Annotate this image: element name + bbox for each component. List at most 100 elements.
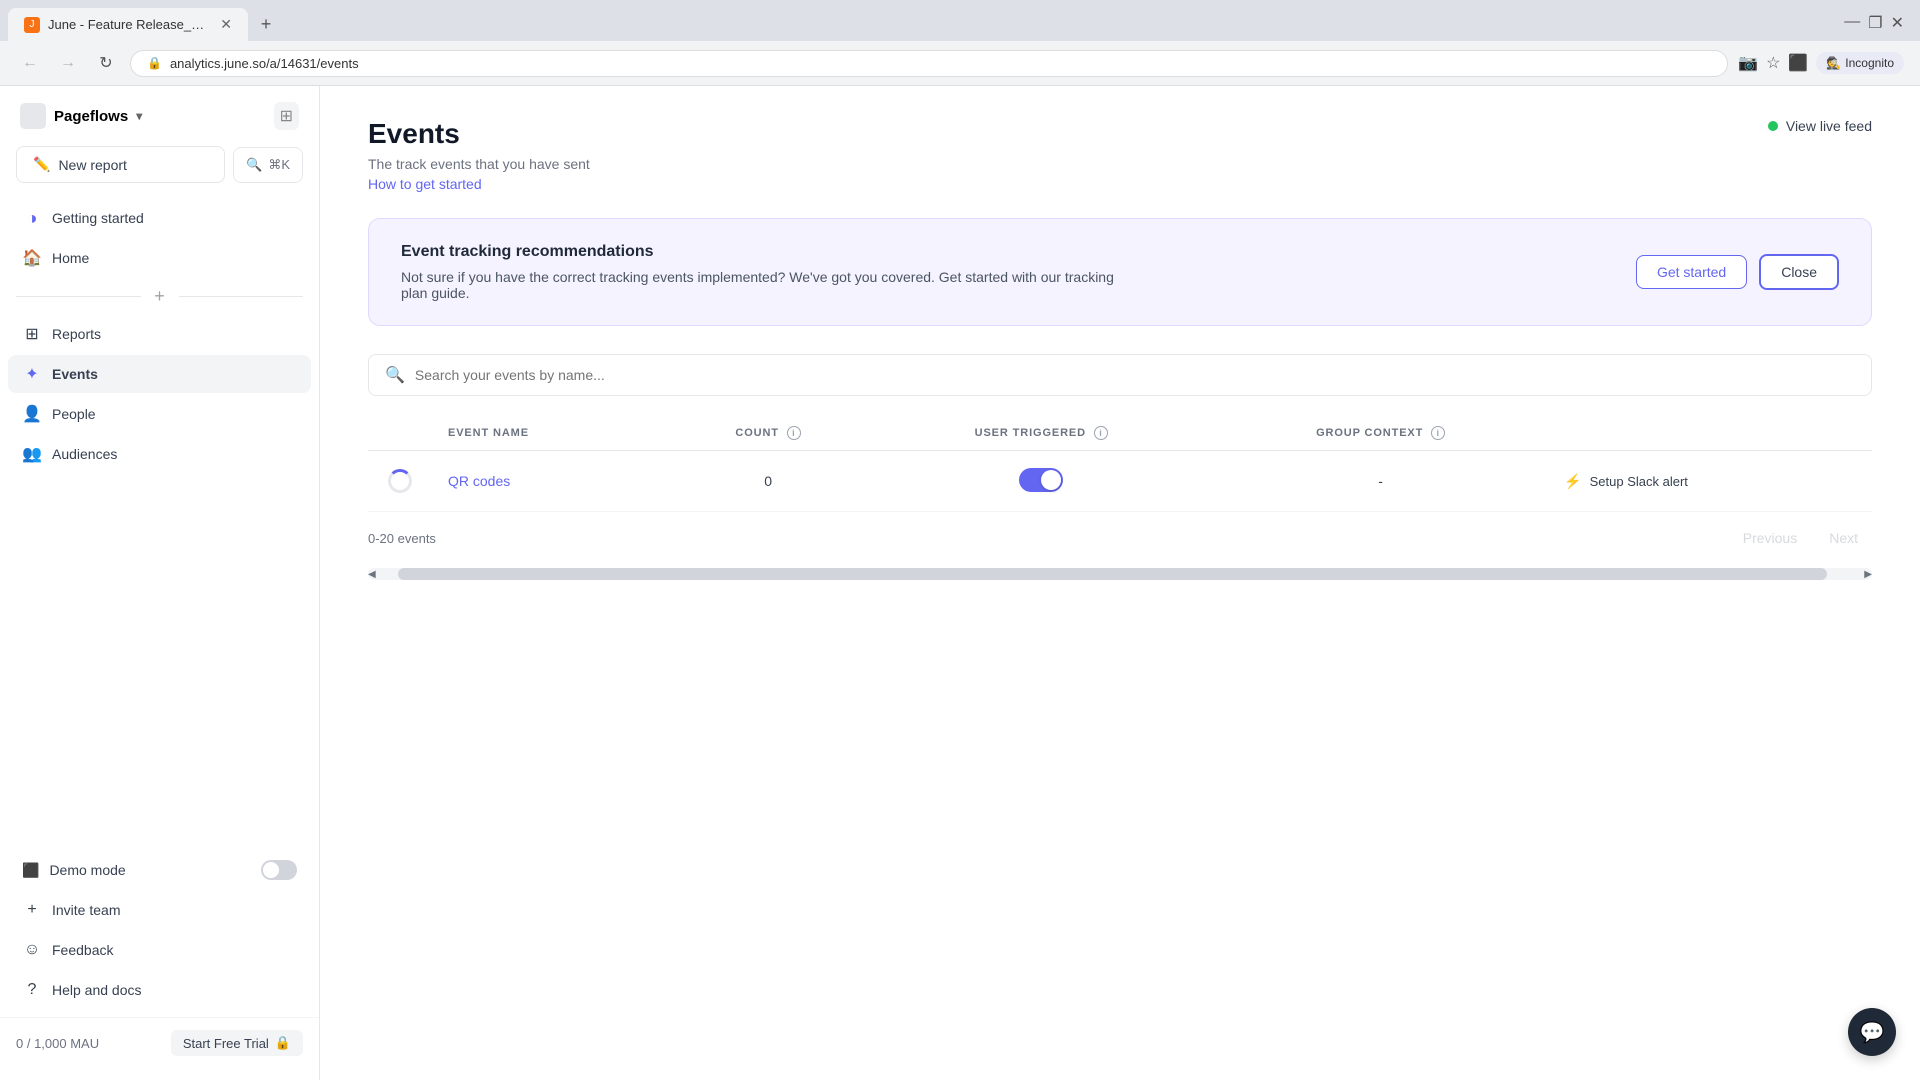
sidebar-toggle-icon[interactable]: ⊞: [274, 102, 299, 130]
app-container: Pageflows ▾ ⊞ ✏️ New report 🔍 ⌘K ◑ Getti…: [0, 86, 1920, 1080]
tab-close-button[interactable]: ✕: [220, 16, 232, 33]
reload-button[interactable]: ↻: [92, 49, 120, 77]
incognito-button[interactable]: 🕵 Incognito: [1816, 52, 1904, 74]
event-group-context-cell: -: [1213, 451, 1548, 512]
scroll-right-arrow[interactable]: ▶: [1864, 568, 1872, 580]
sidebar-item-people[interactable]: 👤 People: [8, 395, 311, 433]
address-bar[interactable]: 🔒 analytics.june.so/a/14631/events: [130, 50, 1728, 77]
close-button[interactable]: ✕: [1891, 13, 1904, 33]
sidebar-item-demo-mode[interactable]: ⬛ Demo mode: [8, 851, 311, 889]
free-trial-button[interactable]: Start Free Trial 🔒: [171, 1030, 303, 1056]
sidebar-item-label: Reports: [52, 326, 101, 342]
demo-mode-toggle[interactable]: [261, 860, 297, 880]
sidebar-item-getting-started[interactable]: ◑ Getting started: [8, 199, 311, 237]
sidebar-item-label: Invite team: [52, 902, 120, 918]
event-name-link[interactable]: QR codes: [448, 473, 510, 489]
extension-icon[interactable]: ⬛: [1788, 53, 1808, 73]
event-name-cell: QR codes: [432, 451, 667, 512]
sidebar-item-events[interactable]: ✦ Events: [8, 355, 311, 393]
banner-description: Not sure if you have the correct trackin…: [401, 269, 1121, 301]
camera-icon[interactable]: 📷: [1738, 53, 1758, 73]
events-search-bar[interactable]: 🔍: [368, 354, 1872, 396]
sidebar-item-feedback[interactable]: ☺ Feedback: [8, 931, 311, 969]
previous-button[interactable]: Previous: [1729, 524, 1811, 552]
sidebar-item-label: Help and docs: [52, 982, 142, 998]
chat-widget-button[interactable]: 💬: [1848, 1008, 1896, 1056]
events-count: 0-20 events: [368, 531, 436, 546]
col-header-actions: [1548, 416, 1872, 451]
col-header-icon: [368, 416, 432, 451]
banner-content: Event tracking recommendations Not sure …: [401, 243, 1121, 301]
lock-icon: 🔒: [147, 56, 162, 70]
event-icon-cell: [368, 451, 432, 512]
maximize-button[interactable]: ❐: [1868, 13, 1882, 33]
how-to-get-started-link[interactable]: How to get started: [368, 176, 482, 192]
table-header: EVENT NAME COUNT i USER TRIGGERED i GROU…: [368, 416, 1872, 451]
group-context-info-icon[interactable]: i: [1431, 426, 1445, 440]
sidebar-item-audiences[interactable]: 👥 Audiences: [8, 435, 311, 473]
new-report-label: New report: [58, 157, 126, 173]
section-divider: +: [16, 285, 303, 307]
new-tab-button[interactable]: +: [252, 11, 280, 39]
people-icon: 👤: [22, 404, 42, 424]
get-started-button[interactable]: Get started: [1636, 255, 1747, 289]
mau-count: 0 / 1,000 MAU: [16, 1036, 99, 1051]
divider-line: [179, 296, 304, 297]
sidebar-item-label: Home: [52, 250, 89, 266]
logo[interactable]: Pageflows ▾: [20, 103, 142, 129]
horizontal-scrollbar[interactable]: ◀ ▶: [368, 568, 1872, 580]
table-row: QR codes 0 - ⚡ Setup Slack alert: [368, 451, 1872, 512]
table-body: QR codes 0 - ⚡ Setup Slack alert: [368, 451, 1872, 512]
tab-bar: J June - Feature Release_QR Code... ✕ + …: [0, 0, 1920, 41]
back-button[interactable]: ←: [16, 49, 44, 77]
recommendation-banner: Event tracking recommendations Not sure …: [368, 218, 1872, 326]
forward-button[interactable]: →: [54, 49, 82, 77]
live-feed-label: View live feed: [1786, 118, 1872, 134]
event-count-value: 0: [764, 473, 772, 489]
lock-icon: 🔒: [275, 1035, 291, 1051]
sidebar-item-invite-team[interactable]: + Invite team: [8, 891, 311, 929]
sidebar-item-help-docs[interactable]: ? Help and docs: [8, 971, 311, 1009]
scroll-left-arrow[interactable]: ◀: [368, 568, 376, 580]
star-icon[interactable]: ☆: [1766, 53, 1780, 73]
events-table: EVENT NAME COUNT i USER TRIGGERED i GROU…: [368, 416, 1872, 512]
tab-favicon: J: [24, 17, 40, 33]
col-header-user-triggered: USER TRIGGERED i: [869, 416, 1213, 451]
sidebar-item-home[interactable]: 🏠 Home: [8, 239, 311, 277]
next-button[interactable]: Next: [1815, 524, 1872, 552]
search-input[interactable]: [415, 367, 1855, 383]
setup-slack-button[interactable]: ⚡ Setup Slack alert: [1564, 473, 1856, 490]
search-button[interactable]: 🔍 ⌘K: [233, 147, 303, 183]
tab-title: June - Feature Release_QR Code...: [48, 17, 212, 32]
page-title: Events: [368, 118, 590, 150]
banner-actions: Get started Close: [1636, 254, 1839, 290]
event-group-context-value: -: [1378, 473, 1383, 489]
count-info-icon[interactable]: i: [787, 426, 801, 440]
sidebar-item-label: People: [52, 406, 96, 422]
live-feed-button[interactable]: View live feed: [1768, 118, 1872, 134]
banner-title: Event tracking recommendations: [401, 243, 1121, 261]
toolbar-icons: 📷 ☆ ⬛ 🕵 Incognito: [1738, 52, 1904, 74]
sidebar: Pageflows ▾ ⊞ ✏️ New report 🔍 ⌘K ◑ Getti…: [0, 86, 320, 1080]
new-report-button[interactable]: ✏️ New report: [16, 146, 225, 183]
pagination: Previous Next: [1729, 524, 1872, 552]
user-triggered-info-icon[interactable]: i: [1094, 426, 1108, 440]
close-banner-button[interactable]: Close: [1759, 254, 1839, 290]
divider-line: [16, 296, 141, 297]
user-triggered-toggle[interactable]: [1019, 468, 1063, 492]
reports-icon: ⊞: [22, 324, 42, 344]
page-subtitle: The track events that you have sent: [368, 156, 590, 172]
minimize-button[interactable]: —: [1844, 13, 1860, 33]
event-count-cell: 0: [667, 451, 870, 512]
chat-icon: 💬: [1860, 1020, 1885, 1045]
demo-icon: ⬛: [22, 862, 39, 879]
demo-label: Demo mode: [49, 862, 125, 878]
sidebar-bottom: ⬛ Demo mode + Invite team ☺ Feedback ? H…: [0, 835, 319, 1009]
scrollbar-thumb[interactable]: [398, 568, 1827, 580]
sidebar-item-reports[interactable]: ⊞ Reports: [8, 315, 311, 353]
sidebar-item-label: Audiences: [52, 446, 117, 462]
search-icon: 🔍: [385, 365, 405, 385]
add-section-button[interactable]: +: [149, 285, 171, 307]
active-tab[interactable]: J June - Feature Release_QR Code... ✕: [8, 8, 248, 41]
page-header: Events The track events that you have se…: [368, 118, 1872, 194]
